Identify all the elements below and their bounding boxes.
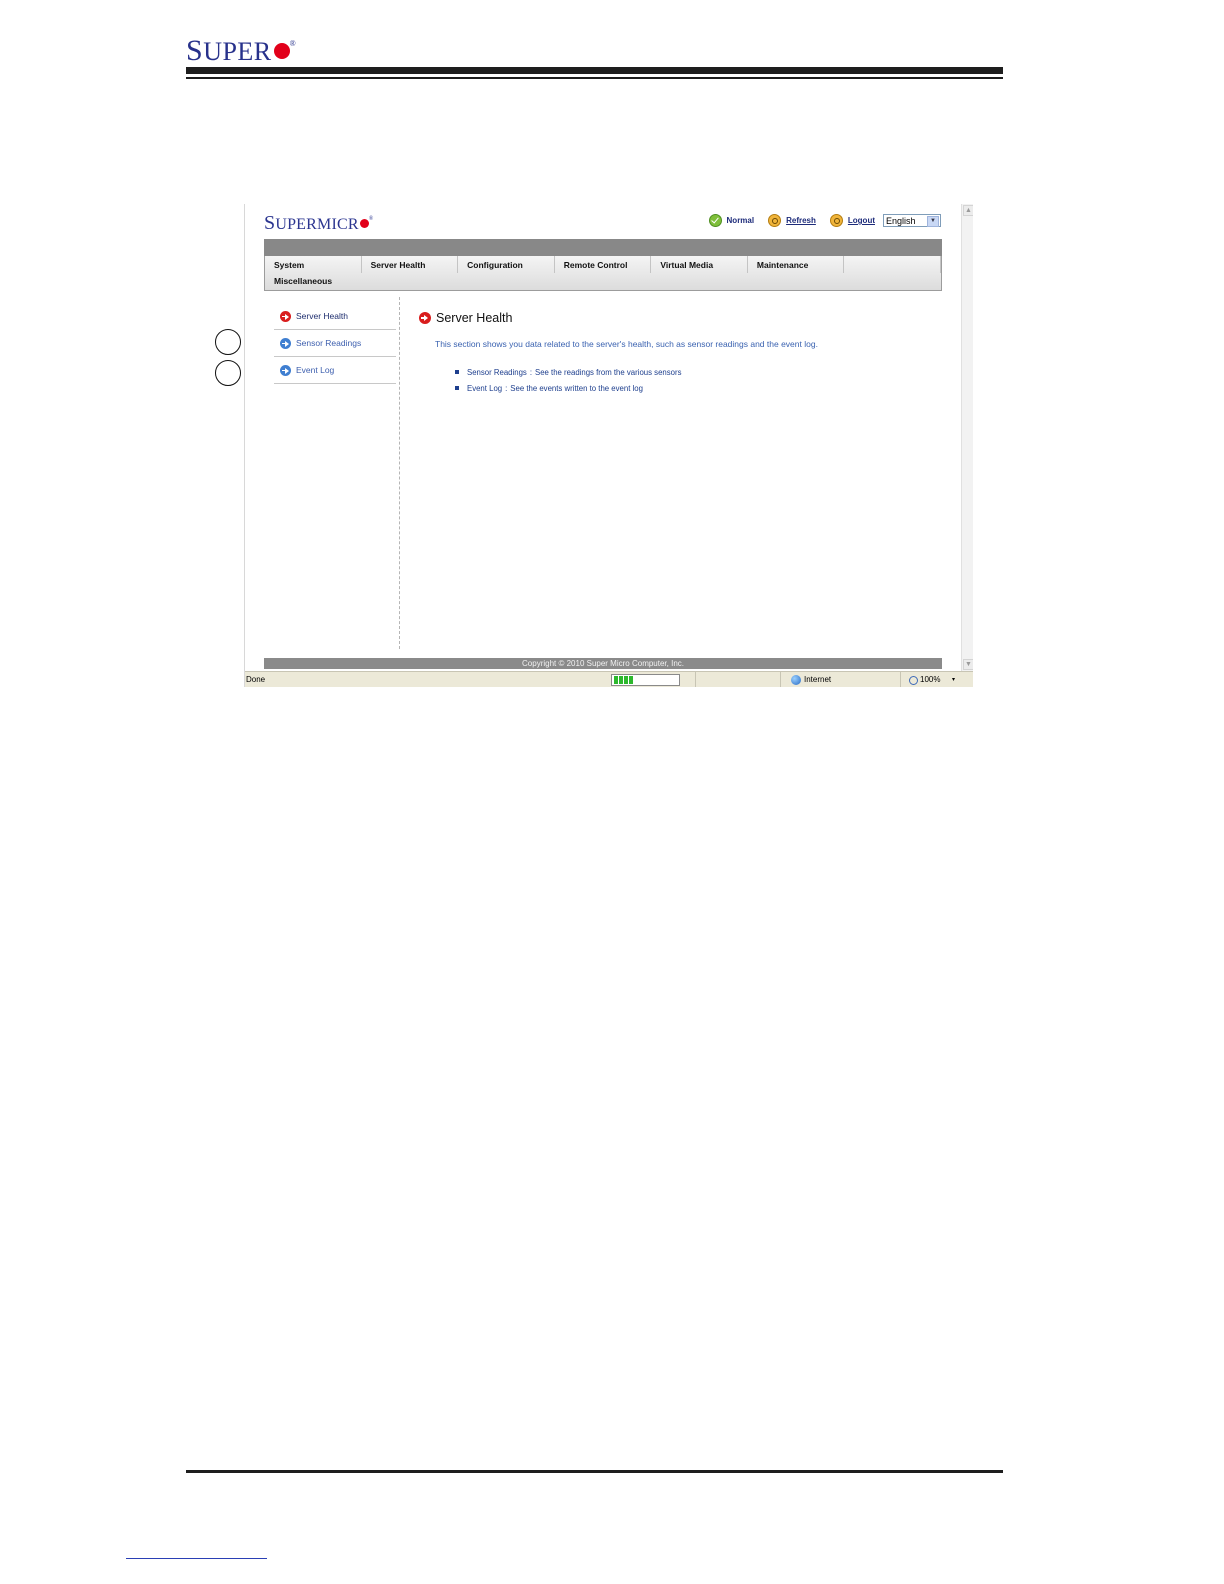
progress-block [624, 676, 628, 684]
bullet-square-icon [455, 386, 459, 390]
scroll-up-icon[interactable]: ▲ [963, 205, 973, 216]
supermicro-logo: SUPERMICR ® [264, 212, 374, 234]
section-description: This section shows you data related to t… [435, 339, 818, 349]
list-item: Event Log : See the events written to th… [455, 380, 939, 396]
arrow-right-icon [280, 310, 291, 322]
scroll-down-icon[interactable]: ▼ [963, 659, 973, 670]
menu-header-bar [264, 239, 942, 256]
logo-red-dot [273, 43, 290, 59]
main-menu: System Server Health Configuration Remot… [264, 256, 942, 291]
language-value: English [886, 215, 916, 226]
header-rule-thin [186, 77, 1003, 79]
menu-item-empty [844, 256, 942, 273]
menu-item-maintenance[interactable]: Maintenance [748, 256, 845, 273]
top-toolbar: Normal Refresh Logout English ▼ [708, 214, 941, 227]
callout-circle-2 [215, 360, 241, 386]
status-text: Done [246, 675, 266, 684]
security-zone: Internet [791, 672, 831, 687]
arrow-right-icon [419, 312, 431, 324]
document-logo: SUPER ® [186, 34, 297, 67]
link-separator: : [529, 367, 532, 377]
header-rule-thick [186, 67, 1003, 74]
sensor-readings-link[interactable]: Sensor Readings [467, 368, 527, 377]
refresh-link[interactable]: Refresh [786, 216, 816, 225]
status-divider [695, 672, 696, 687]
menu-item-system[interactable]: System [265, 256, 362, 273]
progress-block [629, 676, 633, 684]
status-ok-icon [708, 214, 722, 227]
arrow-right-icon [280, 364, 291, 376]
footer-rule [186, 1470, 1003, 1473]
chevron-down-icon[interactable]: ▼ [927, 216, 939, 227]
link-description: See the readings from the various sensor… [535, 367, 682, 377]
sidebar-divider [399, 297, 400, 649]
menu-item-configuration[interactable]: Configuration [458, 256, 555, 273]
footer-underline [126, 1558, 267, 1559]
event-log-link[interactable]: Event Log [467, 384, 502, 393]
list-item: Sensor Readings : See the readings from … [455, 364, 939, 380]
globe-icon [791, 675, 801, 685]
menu-item-remote-control[interactable]: Remote Control [555, 256, 652, 273]
refresh-icon[interactable] [768, 214, 782, 227]
logout-icon[interactable] [829, 214, 843, 227]
link-description: See the events written to the event log [510, 383, 643, 393]
menu-item-virtual-media[interactable]: Virtual Media [651, 256, 748, 273]
bullet-square-icon [455, 370, 459, 374]
sidebar-item-event-log[interactable]: Event Log [274, 357, 396, 384]
callout-circle-1 [215, 329, 241, 355]
sidebar-item-label: Server Health [296, 311, 348, 321]
left-navigation: Server Health Sensor Readings Event Log [274, 303, 396, 384]
system-status-label: Normal [726, 216, 755, 225]
browser-status-bar: Done Internet 100% ▾ [245, 671, 973, 687]
copyright-bar: Copyright © 2010 Super Micro Computer, I… [264, 658, 942, 669]
sidebar-item-label: Event Log [296, 365, 335, 375]
sidebar-item-label: Sensor Readings [296, 338, 362, 348]
zoom-dropdown-icon[interactable]: ▾ [952, 672, 955, 687]
progress-block [619, 676, 623, 684]
status-divider [900, 672, 901, 687]
progress-block [614, 676, 618, 684]
main-content: Server Health This section shows you dat… [419, 311, 939, 396]
progress-fill [612, 675, 679, 685]
page-title: Server Health [436, 311, 513, 325]
link-separator: : [505, 383, 508, 393]
status-divider [780, 672, 781, 687]
language-select[interactable]: English ▼ [883, 214, 941, 227]
logout-link[interactable]: Logout [848, 216, 875, 225]
menu-item-server-health[interactable]: Server Health [362, 256, 459, 273]
zoom-icon [909, 675, 918, 685]
progress-bar [611, 674, 680, 686]
vertical-scrollbar[interactable]: ▲ ▼ [961, 204, 973, 671]
menu-item-miscellaneous[interactable]: Miscellaneous [265, 273, 368, 290]
browser-window: ▲ ▼ SUPERMICR ® Normal Refresh Logout Eng… [244, 204, 973, 687]
section-link-list: Sensor Readings : See the readings from … [455, 364, 939, 396]
arrow-right-icon [280, 337, 291, 349]
logo-red-dot [359, 219, 369, 228]
sidebar-item-sensor-readings[interactable]: Sensor Readings [274, 330, 396, 357]
zone-label: Internet [804, 675, 832, 684]
zoom-control[interactable]: 100% [909, 672, 940, 687]
zoom-level: 100% [920, 675, 941, 684]
sidebar-item-server-health[interactable]: Server Health [274, 303, 396, 330]
